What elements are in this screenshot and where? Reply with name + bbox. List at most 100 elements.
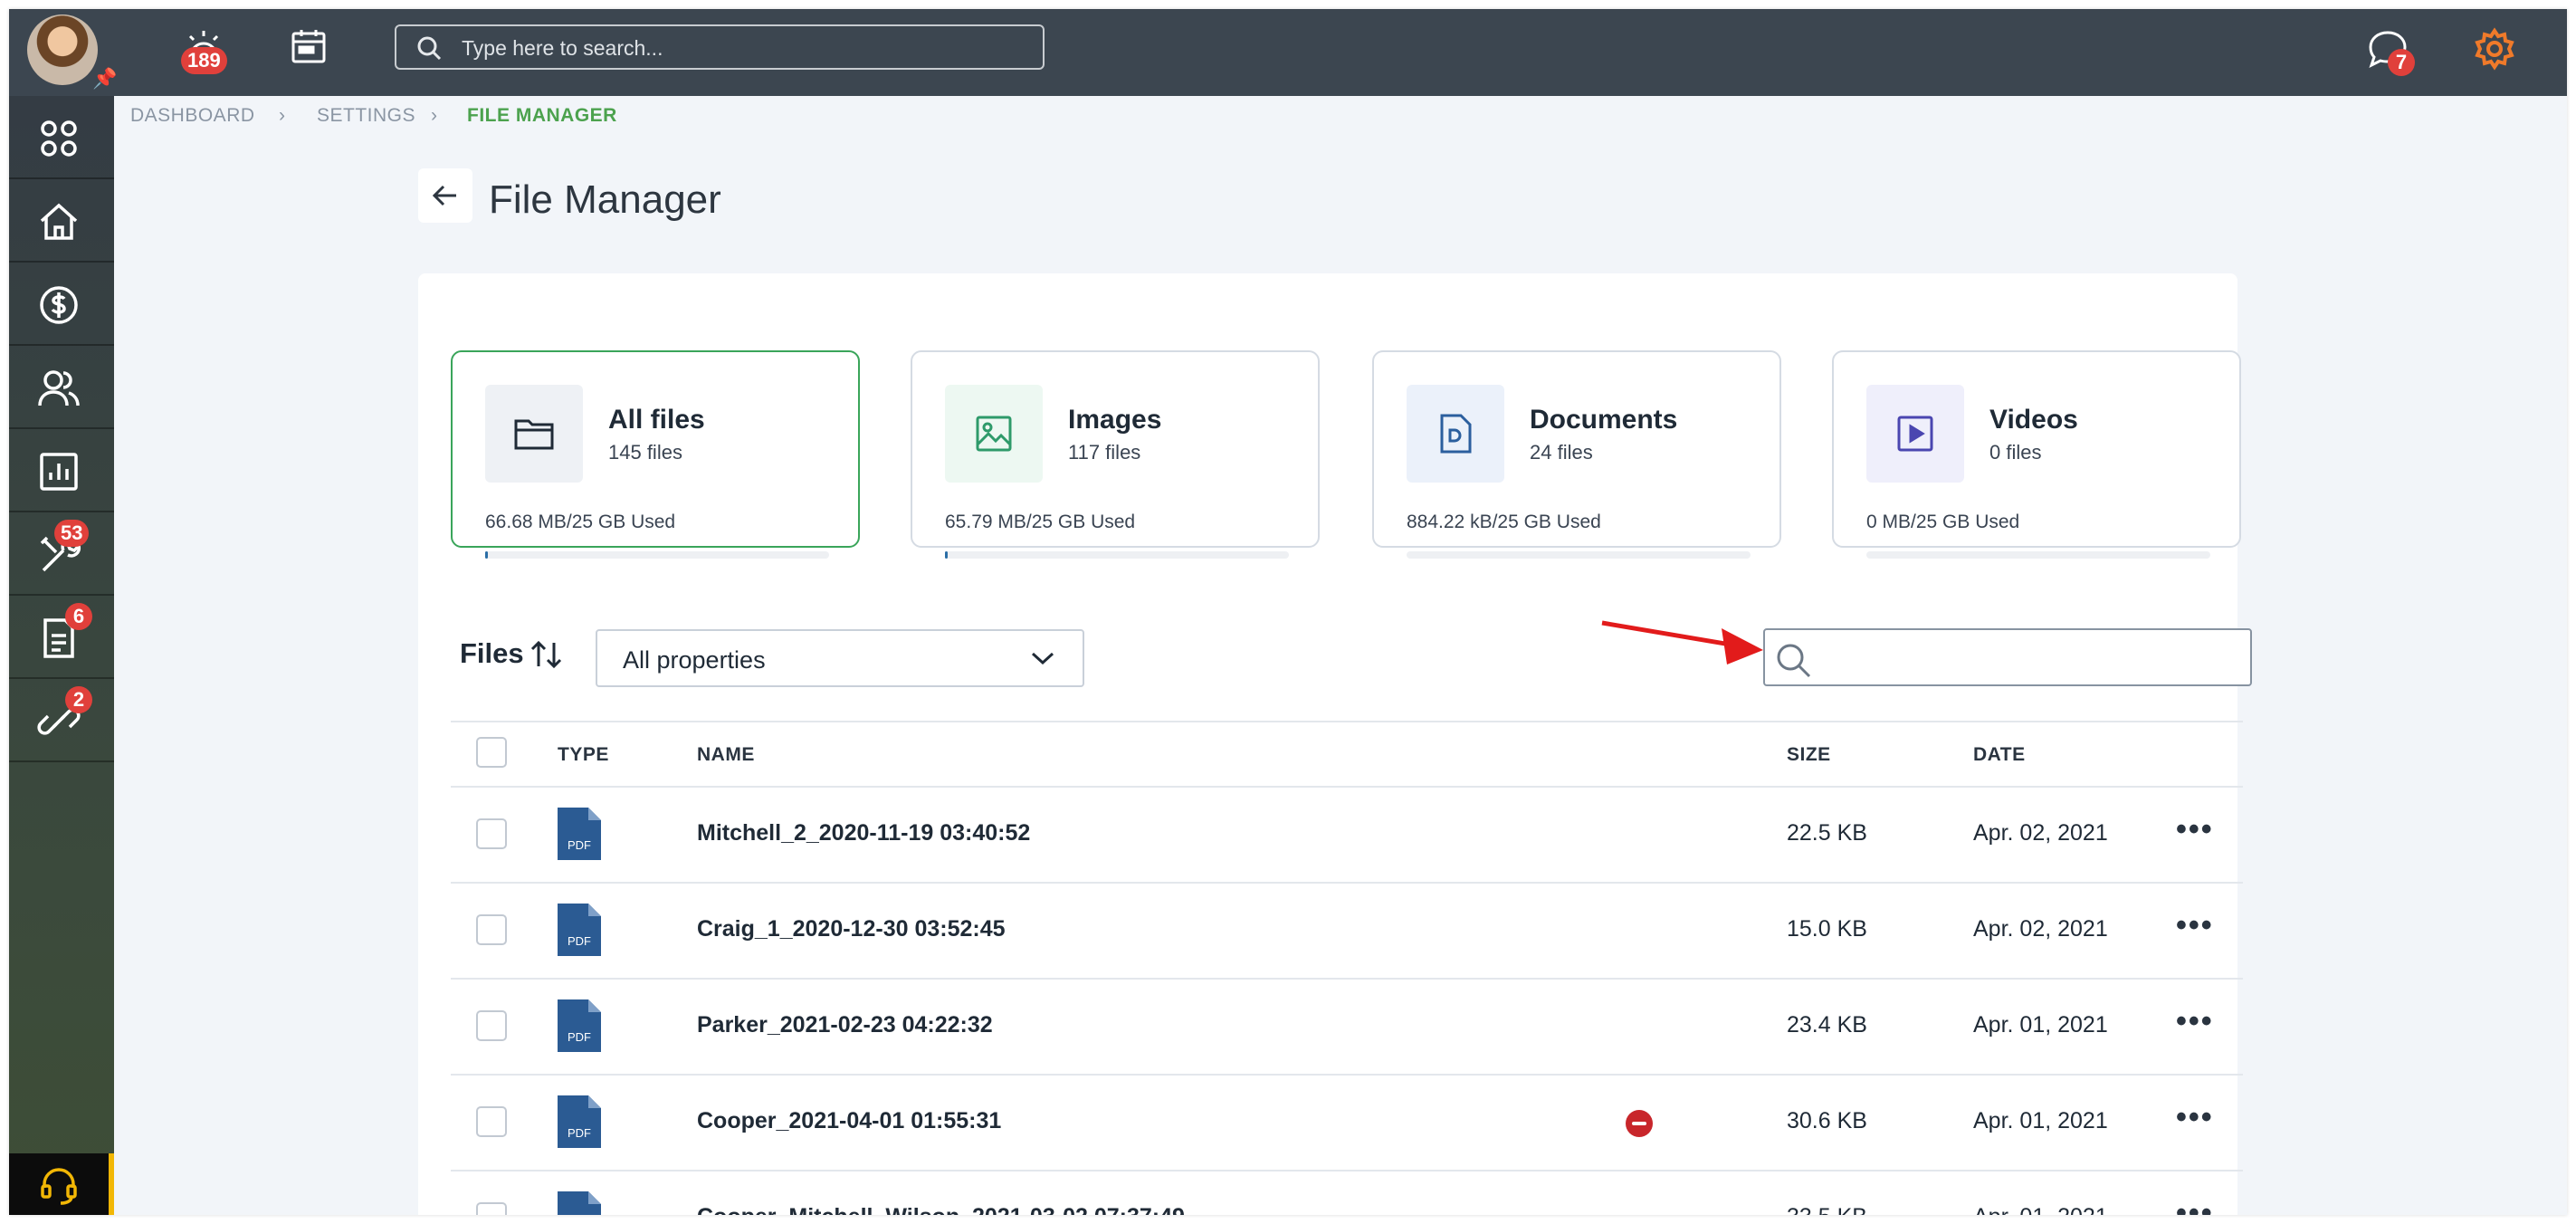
row-checkbox[interactable]: [476, 1106, 507, 1137]
properties-select-value: All properties: [623, 646, 766, 674]
back-button[interactable]: [418, 168, 472, 223]
table-row[interactable]: PDF Craig_1_2020-12-30 03:52:45 15.0 KB …: [451, 882, 2243, 980]
links-badge: 2: [65, 686, 92, 713]
card-title: All files: [608, 405, 705, 435]
sidebar-item-links[interactable]: 2: [9, 679, 114, 762]
card-videos[interactable]: Videos 0 files 0 MB/25 GB Used: [1832, 350, 2241, 559]
sort-icon[interactable]: [530, 639, 563, 670]
global-search-input[interactable]: [460, 26, 1025, 70]
home-icon: [40, 203, 78, 240]
sidebar-item-documents[interactable]: 6: [9, 596, 114, 679]
row-checkbox[interactable]: [476, 1010, 507, 1041]
top-bar: 📌 189 Type here to search... 7: [9, 9, 2567, 96]
more-options-icon[interactable]: •••: [2176, 814, 2214, 845]
file-search[interactable]: [1763, 628, 2252, 686]
file-size: 30.6 KB: [1787, 1108, 1867, 1133]
card-icon-bg: [1407, 385, 1504, 483]
avatar[interactable]: [27, 14, 98, 85]
users-icon: [38, 370, 80, 406]
sidebar: 53 6 2: [9, 96, 114, 1215]
usage-bar-fill: [945, 551, 948, 559]
sidebar-item-home[interactable]: [9, 179, 114, 263]
select-all-checkbox[interactable]: [476, 737, 507, 768]
file-date: Apr. 01, 2021: [1973, 1204, 2108, 1215]
documents-badge: 6: [65, 603, 92, 630]
breadcrumb-settings[interactable]: SETTINGS: [317, 105, 415, 127]
file-name[interactable]: Mitchell_2_2020-11-19 03:40:52: [697, 820, 1030, 846]
table-header: TYPE NAME SIZE DATE: [451, 721, 2243, 788]
support-accent: [109, 1153, 114, 1215]
messages-badge: 7: [2388, 49, 2415, 76]
card-images[interactable]: Images 117 files 65.79 MB/25 GB Used: [911, 350, 1320, 559]
file-name[interactable]: Cooper_Mitchell_Wilson_2021-03-02 07:37:…: [697, 1204, 1185, 1215]
properties-select[interactable]: All properties: [596, 629, 1084, 687]
usage-bar: [1866, 551, 2210, 559]
card-all-files[interactable]: All files 145 files 66.68 MB/25 GB Used: [451, 350, 860, 559]
column-date[interactable]: DATE: [1973, 744, 2026, 766]
image-icon: [976, 416, 1012, 452]
sidebar-item-tools[interactable]: 53: [9, 512, 114, 596]
table-row[interactable]: PDF Cooper_2021-04-01 01:55:31 30.6 KB A…: [451, 1074, 2243, 1171]
pdf-label: PDF: [568, 934, 591, 948]
sidebar-item-reports[interactable]: [9, 429, 114, 512]
pin-icon: 📌: [92, 67, 118, 90]
card-usage: 66.68 MB/25 GB Used: [485, 512, 676, 532]
pdf-file-icon: PDF: [558, 1095, 601, 1148]
column-type[interactable]: TYPE: [558, 744, 609, 766]
red-arrow-annotation: [1601, 620, 1763, 665]
file-name[interactable]: Parker_2021-02-23 04:22:32: [697, 1012, 993, 1038]
file-search-input[interactable]: [1819, 636, 2239, 681]
column-size[interactable]: SIZE: [1787, 744, 1831, 766]
usage-bar-fill: [485, 551, 488, 559]
more-options-icon[interactable]: •••: [2176, 1006, 2214, 1037]
file-size: 33.5 KB: [1787, 1204, 1867, 1215]
pdf-file-icon: PDF: [558, 1191, 601, 1215]
usage-bar: [1407, 551, 1751, 559]
tools-badge: 53: [54, 520, 90, 547]
table-row[interactable]: PDF Cooper_Mitchell_Wilson_2021-03-02 07…: [451, 1170, 2243, 1215]
breadcrumb-file-manager: FILE MANAGER: [467, 105, 617, 126]
row-checkbox[interactable]: [476, 818, 507, 849]
file-date: Apr. 02, 2021: [1973, 916, 2108, 942]
global-search[interactable]: [395, 24, 1045, 70]
card-usage: 884.22 kB/25 GB Used: [1407, 512, 1601, 532]
pdf-file-icon: PDF: [558, 999, 601, 1052]
more-options-icon[interactable]: •••: [2176, 1102, 2214, 1133]
card-icon-bg: [945, 385, 1043, 483]
apps-icon: [41, 120, 77, 157]
video-icon: [1897, 416, 1933, 452]
more-options-icon[interactable]: •••: [2176, 910, 2214, 941]
card-documents[interactable]: Documents 24 files 884.22 kB/25 GB Used: [1372, 350, 1781, 559]
search-icon: [1777, 644, 1811, 678]
sidebar-item-billing[interactable]: [9, 263, 114, 346]
dollar-icon: [40, 286, 78, 324]
card-usage: 65.79 MB/25 GB Used: [945, 512, 1136, 532]
row-checkbox[interactable]: [476, 1202, 507, 1215]
folder-icon: [514, 419, 554, 450]
file-manager-panel: All files 145 files 66.68 MB/25 GB Used …: [418, 273, 2252, 1215]
page-title: File Manager: [489, 177, 721, 222]
sidebar-item-apps[interactable]: [9, 96, 114, 179]
card-title: Videos: [1989, 405, 2078, 435]
column-name[interactable]: NAME: [697, 744, 755, 766]
usage-bar: [945, 551, 1289, 559]
table-row[interactable]: PDF Mitchell_2_2020-11-19 03:40:52 22.5 …: [451, 786, 2243, 884]
row-checkbox[interactable]: [476, 914, 507, 945]
search-icon: [417, 36, 442, 61]
sidebar-item-contacts[interactable]: [9, 346, 114, 429]
more-options-icon[interactable]: •••: [2176, 1198, 2214, 1215]
pdf-file-icon: PDF: [558, 808, 601, 860]
card-count: 0 files: [1989, 441, 2042, 464]
breadcrumb-dashboard[interactable]: DASHBOARD: [130, 105, 255, 127]
file-date: Apr. 02, 2021: [1973, 820, 2108, 846]
file-name[interactable]: Craig_1_2020-12-30 03:52:45: [697, 916, 1006, 942]
table-row[interactable]: PDF Parker_2021-02-23 04:22:32 23.4 KB A…: [451, 978, 2243, 1076]
calendar-icon[interactable]: [290, 27, 328, 70]
card-title: Images: [1068, 405, 1162, 435]
file-name[interactable]: Cooper_2021-04-01 01:55:31: [697, 1108, 1001, 1134]
gear-icon[interactable]: [2473, 27, 2516, 75]
breadcrumb-separator-icon: ›: [279, 105, 286, 126]
chart-icon: [40, 453, 78, 491]
support-button[interactable]: [9, 1153, 114, 1215]
file-date: Apr. 01, 2021: [1973, 1108, 2108, 1133]
